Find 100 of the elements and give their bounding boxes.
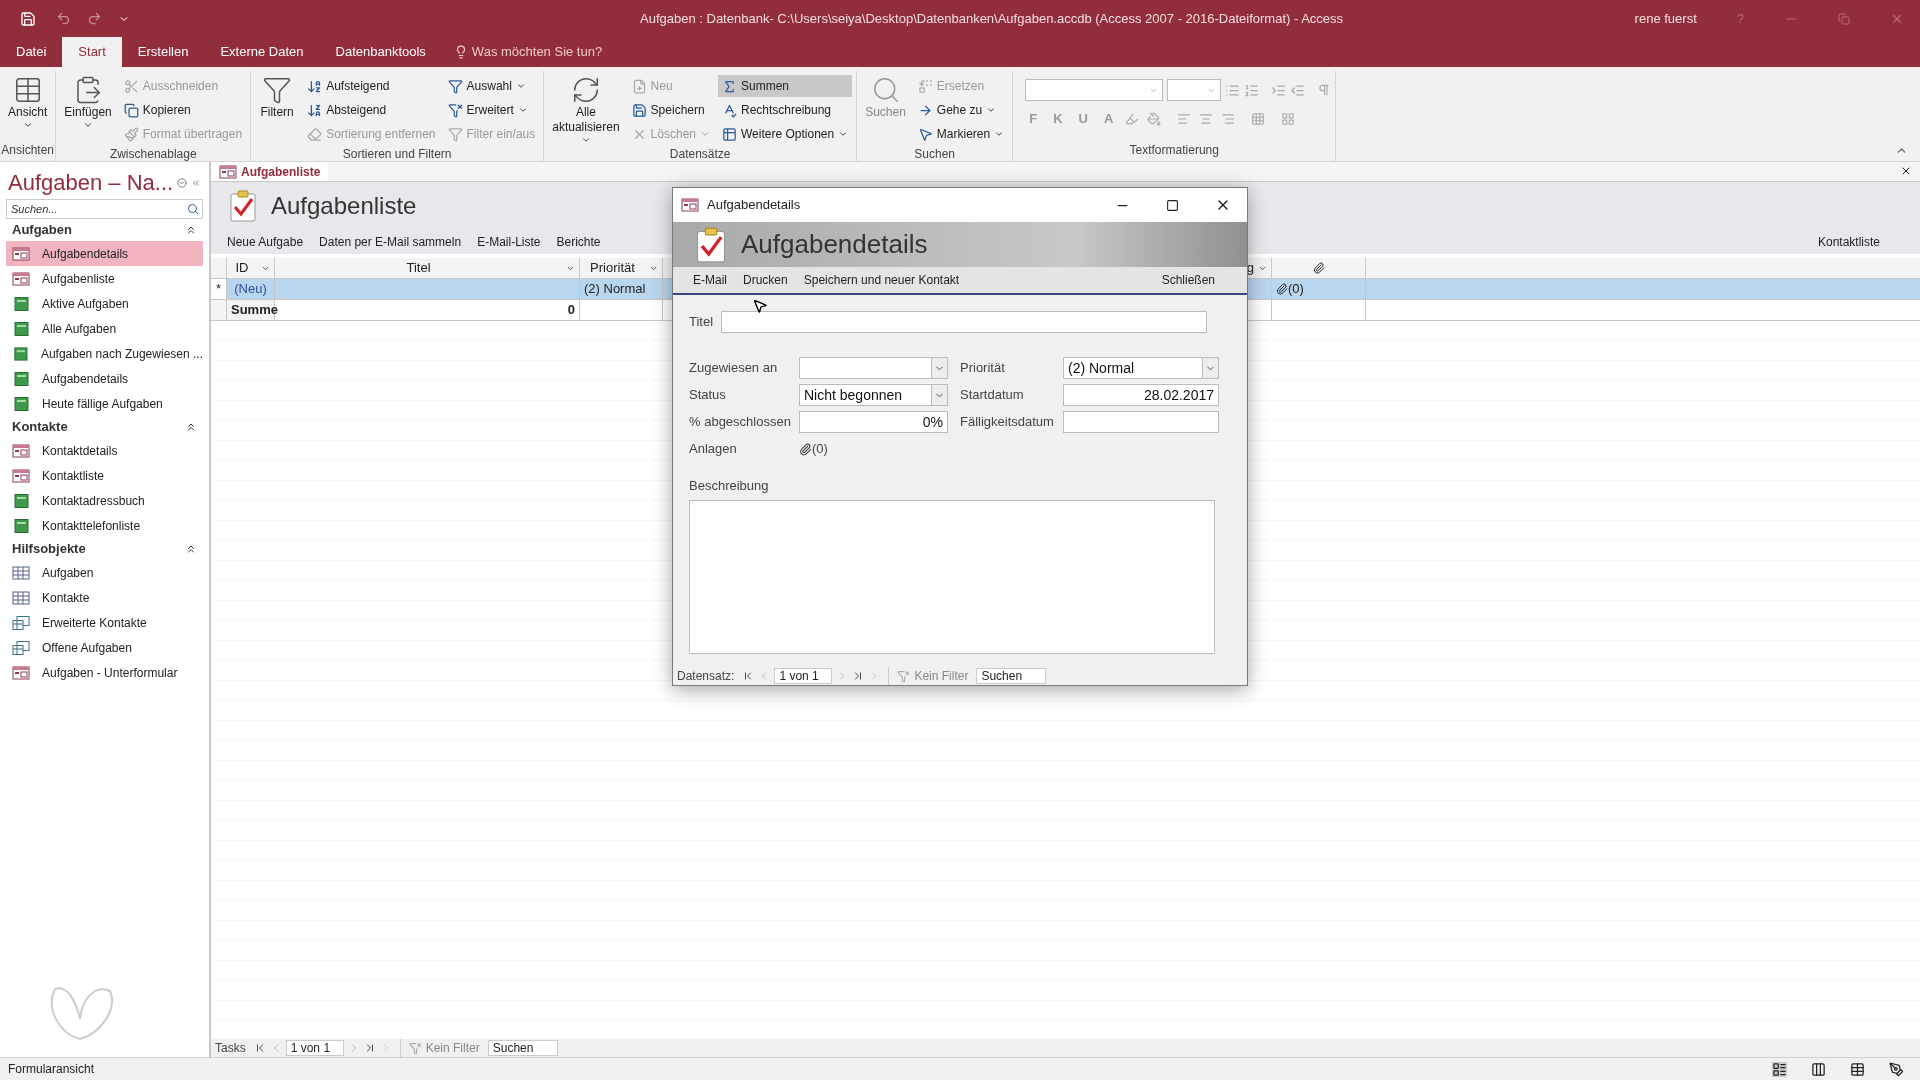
align-center-icon[interactable] (1199, 111, 1214, 126)
nav-group-header[interactable]: Aufgaben (0, 219, 209, 241)
report-icon (12, 518, 30, 533)
align-right-icon[interactable] (1221, 111, 1236, 126)
font-name-field[interactable] (1025, 79, 1164, 101)
text-area[interactable] (689, 499, 1215, 654)
datasheet-view-icon[interactable] (1811, 1061, 1826, 1077)
nav-item[interactable]: Erweiterte Kontakte (6, 610, 203, 635)
nav-item[interactable]: Kontaktliste (6, 463, 203, 488)
no-filter-icon (408, 1041, 422, 1055)
input-field[interactable] (1063, 411, 1219, 433)
nav-item[interactable]: Kontakte (6, 585, 203, 610)
nav-item[interactable]: Kontakttelefonliste (6, 513, 203, 538)
large-ribbon-button[interactable]: Ansicht (4, 75, 52, 130)
nav-item[interactable]: Aufgaben - Unterformular (6, 660, 203, 685)
command-link[interactable]: Daten per E-Mail sammeln (319, 233, 462, 251)
ribbon-button[interactable]: Summen (718, 75, 853, 97)
nav-item[interactable]: Kontaktadressbuch (6, 488, 203, 513)
caret-icon (517, 105, 528, 115)
large-ribbon-button[interactable]: Einfügen (60, 75, 116, 130)
ribbon-tab[interactable]: Erstellen (121, 37, 205, 67)
nav-item[interactable]: Heute fällige Aufgaben (6, 391, 203, 416)
ribbon-tab[interactable]: Datei (0, 37, 63, 67)
nav-item[interactable]: Aktive Aufgaben (6, 291, 203, 316)
ribbon-button[interactable]: Auswahl (443, 75, 540, 97)
row-color-icon[interactable] (1281, 111, 1296, 126)
column-header[interactable]: Priorität (580, 258, 663, 278)
design-view-icon[interactable] (1889, 1061, 1904, 1077)
close-icon[interactable] (1900, 165, 1912, 177)
nav-item[interactable]: Aufgabendetails (6, 366, 203, 391)
undo-icon[interactable] (56, 11, 71, 26)
command-link[interactable]: E-Mail (693, 271, 727, 289)
combo-box[interactable] (799, 357, 948, 379)
outdent-icon[interactable] (1290, 82, 1306, 98)
command-link[interactable]: Drucken (743, 271, 788, 289)
numbered-list-icon[interactable] (1244, 82, 1260, 98)
command-link[interactable]: Schließen (1161, 271, 1215, 289)
search-field[interactable]: Suchen (976, 668, 1047, 684)
combo-box[interactable]: Nicht begonnen (799, 384, 948, 406)
column-header[interactable]: ID (227, 258, 275, 278)
form-view-icon[interactable] (1772, 1061, 1787, 1077)
nav-item[interactable]: Aufgaben nach Zugewiesen ... (6, 341, 203, 366)
command-link[interactable]: E-Mail-Liste (477, 233, 541, 251)
combo-box[interactable]: (2) Normal (1063, 357, 1219, 379)
ribbon-button[interactable]: Markieren (913, 123, 1009, 145)
nav-item[interactable]: Aufgaben (6, 560, 203, 585)
record-position-field[interactable]: 1 von 1 (285, 1040, 344, 1056)
search-field[interactable]: Suchen... (6, 199, 203, 219)
ribbon-tab[interactable]: Datenbanktools (319, 37, 442, 67)
row-selector[interactable] (211, 300, 227, 320)
gridlines-icon[interactable] (1251, 111, 1266, 126)
bullet-list-icon[interactable] (1225, 82, 1241, 98)
command-link[interactable]: Kontaktliste (1817, 233, 1880, 251)
command-link[interactable]: Berichte (556, 233, 601, 251)
record-position-field[interactable]: 1 von 1 (774, 668, 833, 684)
row-marker: * (211, 279, 227, 299)
search-field[interactable]: Suchen (487, 1040, 558, 1056)
large-ribbon-button[interactable]: Filtern (255, 75, 300, 120)
nav-group-header[interactable]: Hilfsobjekte (0, 538, 209, 560)
ribbon-button[interactable]: Speichern (627, 99, 714, 121)
nav-item[interactable]: Alle Aufgaben (6, 316, 203, 341)
dropdown-icon[interactable] (177, 175, 188, 190)
redo-icon[interactable] (87, 11, 102, 26)
ribbon-button[interactable]: Rechtschreibung (718, 99, 853, 121)
layout-view-icon[interactable] (1850, 1061, 1865, 1077)
attachment-count[interactable]: (0) (812, 439, 828, 459)
restore-icon[interactable] (1838, 12, 1850, 25)
nav-item[interactable]: Kontaktdetails (6, 438, 203, 463)
paint-bucket-icon[interactable] (1147, 111, 1162, 126)
nav-item[interactable]: Aufgabenliste (6, 266, 203, 291)
maximize-icon[interactable] (1166, 198, 1179, 212)
field-label: Titel (689, 313, 714, 332)
input-field[interactable]: 28.02.2017 (1063, 384, 1219, 406)
paragraph-icon[interactable] (1317, 83, 1332, 97)
large-ribbon-button[interactable]: Alle aktualisieren (548, 75, 624, 145)
ribbon-button[interactable]: Kopieren (119, 99, 247, 121)
nav-item[interactable]: Offene Aufgaben (6, 635, 203, 660)
save-icon[interactable] (20, 10, 36, 27)
font-size-field[interactable] (1167, 79, 1222, 101)
indent-icon[interactable] (1271, 82, 1287, 98)
command-link[interactable]: Neue Aufgabe (227, 233, 304, 251)
ribbon-button[interactable]: Gehe zu (913, 99, 1009, 121)
ribbon-tab[interactable]: Start (62, 37, 122, 67)
tell-me-field[interactable]: Was möchten Sie tun? (471, 42, 603, 62)
ribbon-tab[interactable]: Externe Daten (204, 37, 320, 67)
ribbon-button[interactable]: Aufsteigend (303, 75, 440, 97)
column-header[interactable]: Titel (275, 258, 580, 278)
nav-item[interactable]: Aufgabendetails (6, 241, 203, 266)
input-field[interactable] (721, 311, 1207, 333)
ribbon-button[interactable]: Erweitert (443, 99, 540, 121)
command-link[interactable]: Speichern und neuer Kontakt (803, 271, 960, 289)
ribbon-button[interactable]: Weitere Optionen (718, 123, 853, 145)
group-label: Suchen (913, 146, 957, 163)
input-field[interactable]: 0% (799, 411, 948, 433)
document-tab[interactable]: Aufgabenliste (211, 162, 329, 181)
nav-group-header[interactable]: Kontakte (0, 416, 209, 438)
highlighter-icon[interactable] (1125, 111, 1140, 126)
funnel-icon (447, 102, 463, 118)
ribbon-button[interactable]: Absteigend (303, 99, 440, 121)
align-left-icon[interactable] (1177, 111, 1192, 126)
